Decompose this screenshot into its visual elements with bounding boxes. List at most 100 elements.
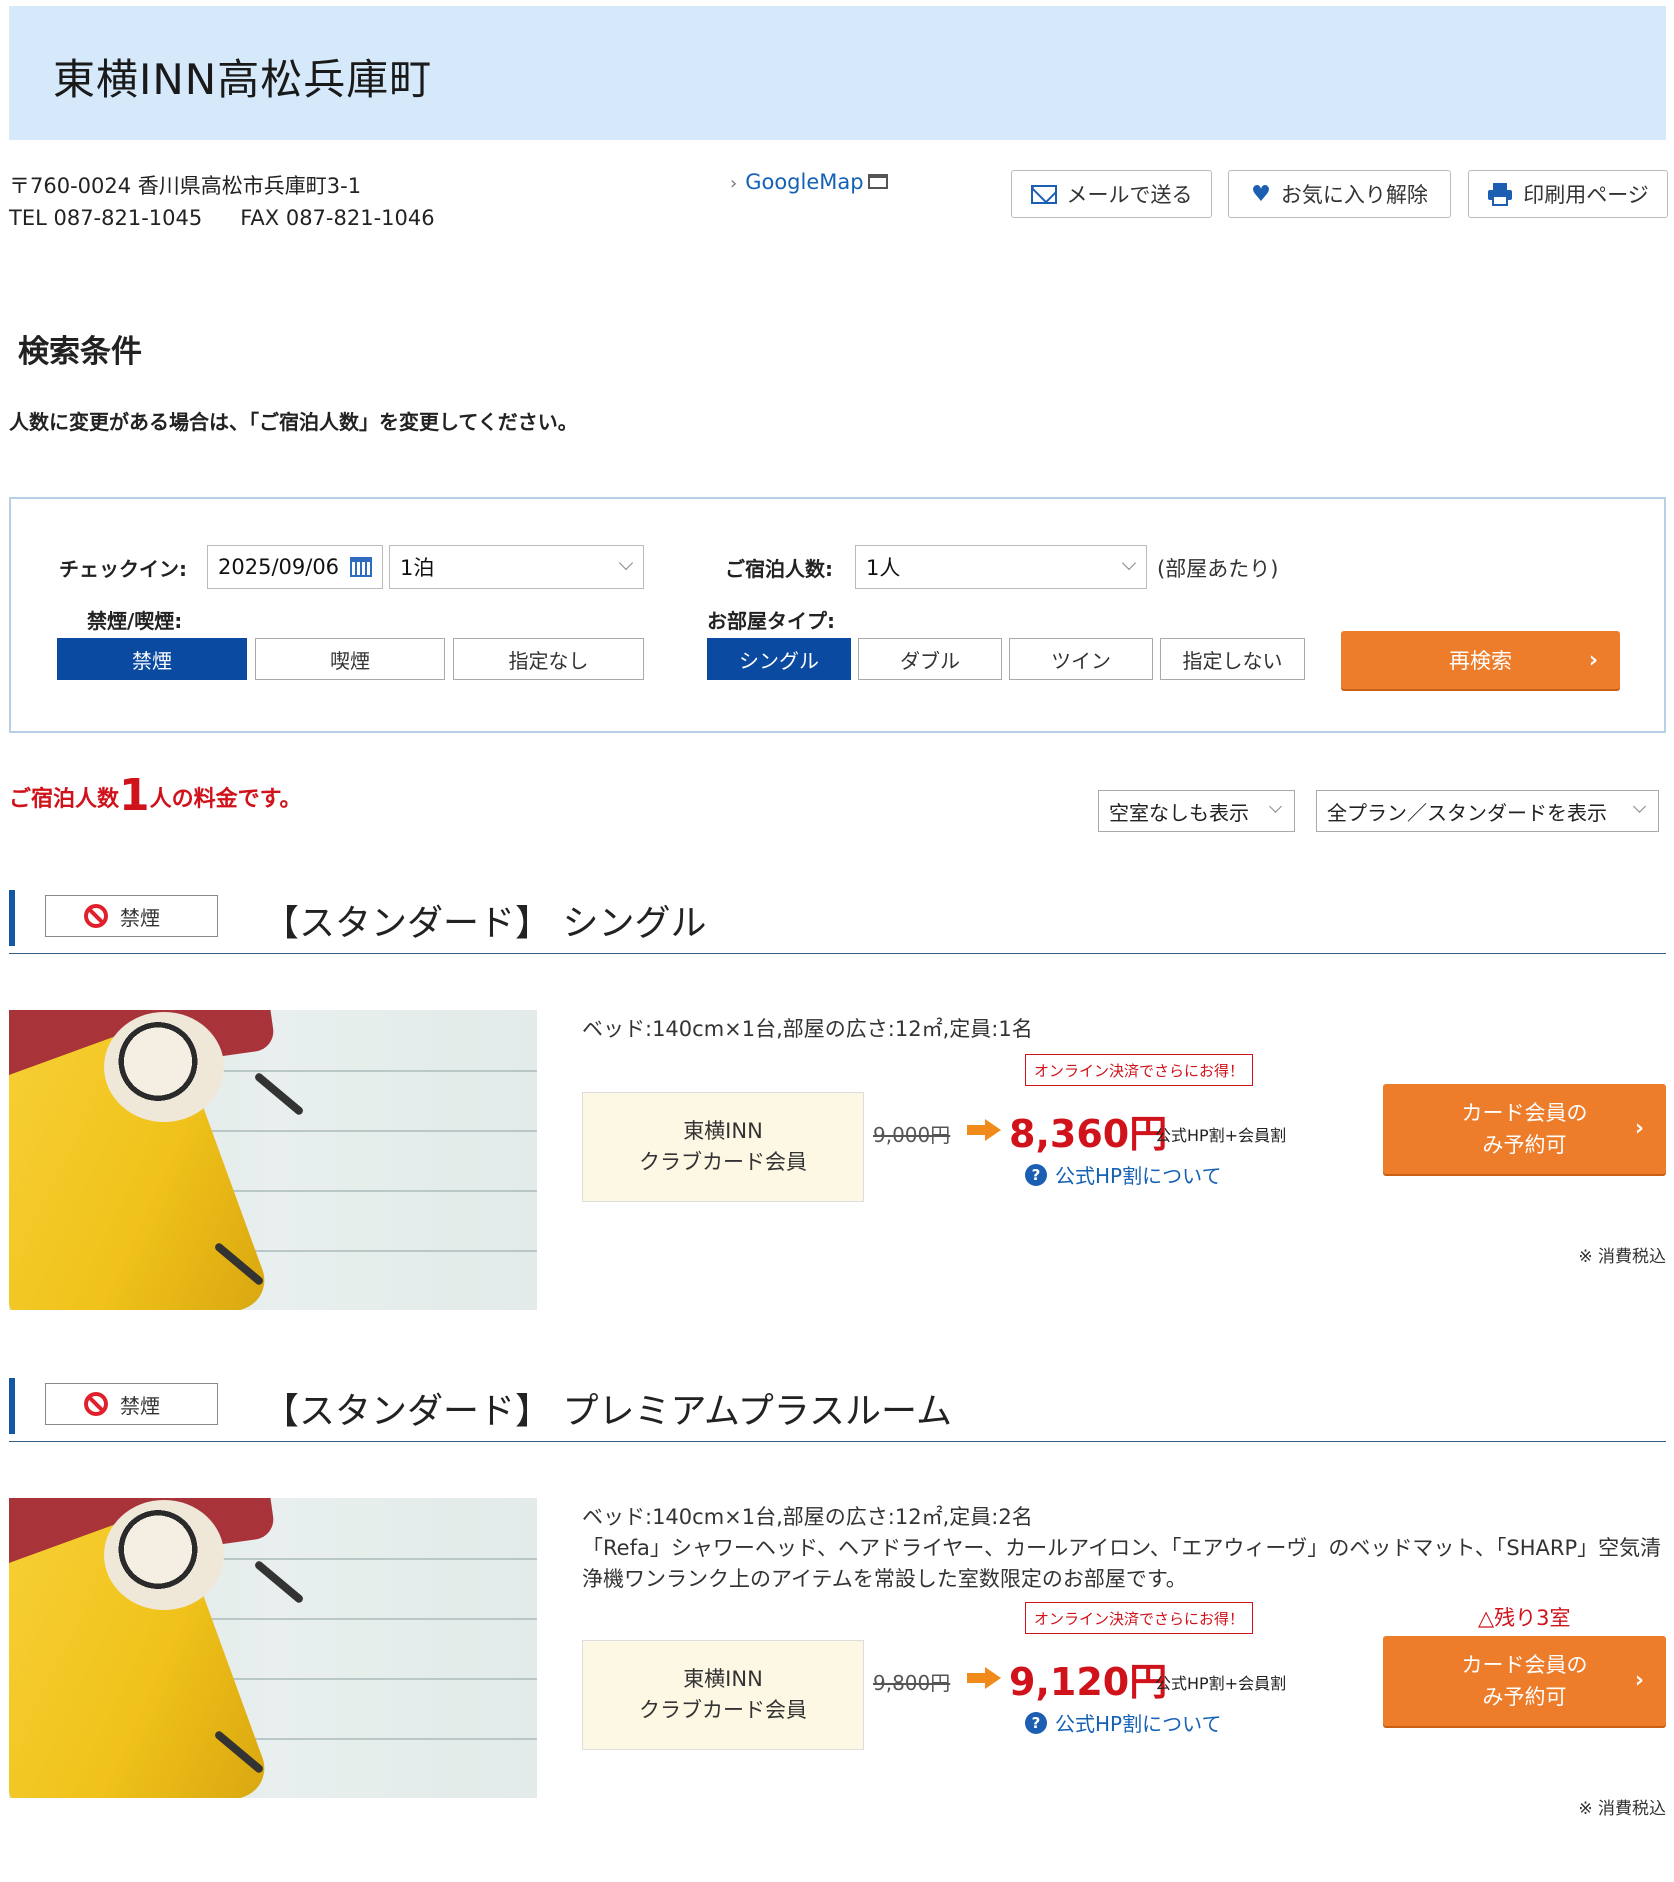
print-button-label: 印刷用ページ	[1523, 183, 1649, 207]
room-description: 「Refa」シャワーヘッド、ヘアドライヤー、カールアイロン、「エアウィーヴ」のベ…	[582, 1536, 1662, 1591]
original-price: 9,800円	[873, 1671, 951, 1695]
mail-button[interactable]: メールで送る	[1011, 170, 1212, 218]
tax-note: ※ 消費税込	[1578, 1247, 1666, 1267]
chevron-right-icon: ›	[1634, 1668, 1644, 1693]
research-button[interactable]: 再検索 ›	[1341, 631, 1620, 689]
google-map-link[interactable]: › GoogleMap	[730, 170, 888, 194]
search-panel: チェックイン: 2025/09/06 1泊 ご宿泊人数: 1人 (部屋あたり) …	[9, 497, 1666, 733]
guest-change-notice: 人数に変更がある場合は、「ご宿泊人数」を変更してください。	[9, 410, 578, 434]
print-button[interactable]: 印刷用ページ	[1468, 170, 1668, 218]
room-name: 【スタンダード】 シングル	[263, 903, 707, 944]
smoking-option-any[interactable]: 指定なし	[453, 638, 644, 680]
plan-filter-value: 全プラン／スタンダードを表示	[1327, 800, 1607, 825]
chevron-down-icon	[618, 555, 634, 571]
hotel-address: 〒760-0024 香川県高松市兵庫町3-1 TEL 087-821-1045 F…	[9, 170, 435, 234]
hotel-header: 東横INN高松兵庫町	[9, 6, 1666, 140]
no-smoking-icon	[84, 904, 108, 928]
nights-value: 1泊	[400, 556, 435, 580]
no-smoking-icon	[84, 1392, 108, 1416]
guests-value: 1人	[866, 556, 901, 580]
smoking-option-nonsmoking[interactable]: 禁煙	[57, 638, 247, 680]
checkin-label: チェックイン:	[59, 557, 187, 581]
room-header: 禁煙 【スタンダード】 シングル	[9, 888, 1666, 954]
online-payment-tag: オンライン決済でさらにお得！	[1025, 1602, 1253, 1634]
club-card-member-box: 東横INN クラブカード会員	[582, 1092, 864, 1202]
hp-discount-link-label: 公式HP割について	[1055, 1712, 1222, 1736]
chevron-down-icon	[1633, 800, 1646, 813]
plan-filter-select[interactable]: 全プラン／スタンダードを表示	[1316, 790, 1659, 832]
club-card-line2: クラブカード会員	[639, 1150, 807, 1174]
heart-icon: ♥	[1251, 181, 1271, 207]
room-specs: ベッド:140cm×1台,部屋の広さ:12㎡,定員:2名	[582, 1505, 1033, 1529]
discounted-price: 9,120円	[1009, 1660, 1168, 1704]
reserve-button[interactable]: カード会員の み予約可 ›	[1383, 1636, 1666, 1726]
room-header-bar	[9, 1378, 15, 1434]
arrow-right-icon	[967, 1119, 1003, 1141]
reserve-button-line2: み予約可	[1482, 1133, 1567, 1157]
room-type-single[interactable]: シングル	[707, 638, 851, 680]
printer-icon	[1488, 183, 1513, 206]
price-note: ご宿泊人数1人の料金です。	[9, 770, 301, 821]
room-type-any[interactable]: 指定しない	[1160, 638, 1305, 680]
room-type-twin[interactable]: ツイン	[1009, 638, 1153, 680]
vacancy-filter-value: 空室なしも表示	[1109, 800, 1249, 825]
room-header-bar	[9, 890, 15, 946]
arrow-right-icon	[967, 1667, 1003, 1689]
smoking-option-smoking[interactable]: 喫煙	[255, 638, 445, 680]
club-card-member-box: 東横INN クラブカード会員	[582, 1640, 864, 1750]
nights-select[interactable]: 1泊	[389, 545, 644, 589]
guests-label: ご宿泊人数:	[725, 557, 833, 581]
tax-note: ※ 消費税込	[1578, 1799, 1666, 1819]
room-type-label: お部屋タイプ:	[707, 609, 835, 633]
price-note-suffix: 人の料金です。	[149, 787, 302, 812]
hp-discount-link[interactable]: ? 公式HP割について	[1025, 1160, 1222, 1189]
club-card-line1: 東横INN	[683, 1119, 763, 1143]
favorite-button-label: お気に入り解除	[1280, 183, 1428, 207]
chevron-down-icon	[1121, 555, 1137, 571]
postal-address: 〒760-0024 香川県高松市兵庫町3-1	[9, 174, 362, 198]
room-photo	[9, 1498, 537, 1798]
room-card: 禁煙 【スタンダード】 シングル ベッド:140cm×1台,部屋の広さ:12㎡,…	[9, 888, 1666, 1310]
smoking-badge: 禁煙	[45, 895, 218, 937]
smoking-badge-label: 禁煙	[120, 905, 160, 930]
room-photo	[9, 1010, 537, 1310]
favorite-button[interactable]: ♥ お気に入り解除	[1228, 170, 1451, 218]
vacancy-filter-select[interactable]: 空室なしも表示	[1098, 790, 1295, 832]
smoking-badge-label: 禁煙	[120, 1393, 160, 1418]
reserve-button-line1: カード会員の	[1461, 1653, 1588, 1677]
room-card: 禁煙 【スタンダード】 プレミアムプラスルーム ベッド:140cm×1台,部屋の…	[9, 1376, 1666, 1819]
discounted-price: 8,360円	[1009, 1112, 1168, 1156]
google-map-label: GoogleMap	[745, 170, 864, 194]
calendar-icon[interactable]	[350, 557, 372, 577]
room-type-double[interactable]: ダブル	[858, 638, 1002, 680]
checkin-date-input[interactable]: 2025/09/06	[207, 545, 383, 589]
external-window-icon	[867, 173, 888, 189]
hotel-title: 東横INN高松兵庫町	[53, 55, 433, 104]
chevron-down-icon	[1269, 800, 1282, 813]
discount-label: 公式HP割+会員割	[1155, 1126, 1287, 1145]
smoking-label: 禁煙/喫煙:	[87, 609, 183, 633]
room-name: 【スタンダード】 プレミアムプラスルーム	[263, 1391, 952, 1432]
discount-label: 公式HP割+会員割	[1155, 1674, 1287, 1693]
question-icon: ?	[1025, 1711, 1047, 1734]
question-icon: ?	[1025, 1163, 1047, 1186]
price-note-count: 1	[119, 770, 150, 821]
online-payment-tag: オンライン決済でさらにお得！	[1025, 1054, 1253, 1086]
chevron-right-icon: ›	[730, 173, 738, 194]
remaining-rooms: △残り3室	[1478, 1606, 1571, 1630]
hp-discount-link-label: 公式HP割について	[1055, 1164, 1222, 1188]
search-section-title: 検索条件	[18, 334, 142, 370]
room-specs: ベッド:140cm×1台,部屋の広さ:12㎡,定員:1名	[582, 1017, 1033, 1041]
tel-number: TEL 087-821-1045	[9, 206, 203, 230]
guests-select[interactable]: 1人	[855, 545, 1147, 589]
mail-button-label: メールで送る	[1066, 183, 1193, 207]
reserve-button[interactable]: カード会員の み予約可 ›	[1383, 1084, 1666, 1174]
mail-icon	[1030, 184, 1057, 204]
chevron-right-icon: ›	[1634, 1116, 1644, 1141]
fax-number: FAX 087-821-1046	[240, 206, 435, 230]
guests-suffix: (部屋あたり)	[1157, 557, 1279, 581]
chevron-right-icon: ›	[1588, 647, 1598, 673]
hp-discount-link[interactable]: ? 公式HP割について	[1025, 1708, 1222, 1737]
reserve-button-line1: カード会員の	[1461, 1101, 1588, 1125]
research-button-label: 再検索	[1449, 649, 1512, 673]
